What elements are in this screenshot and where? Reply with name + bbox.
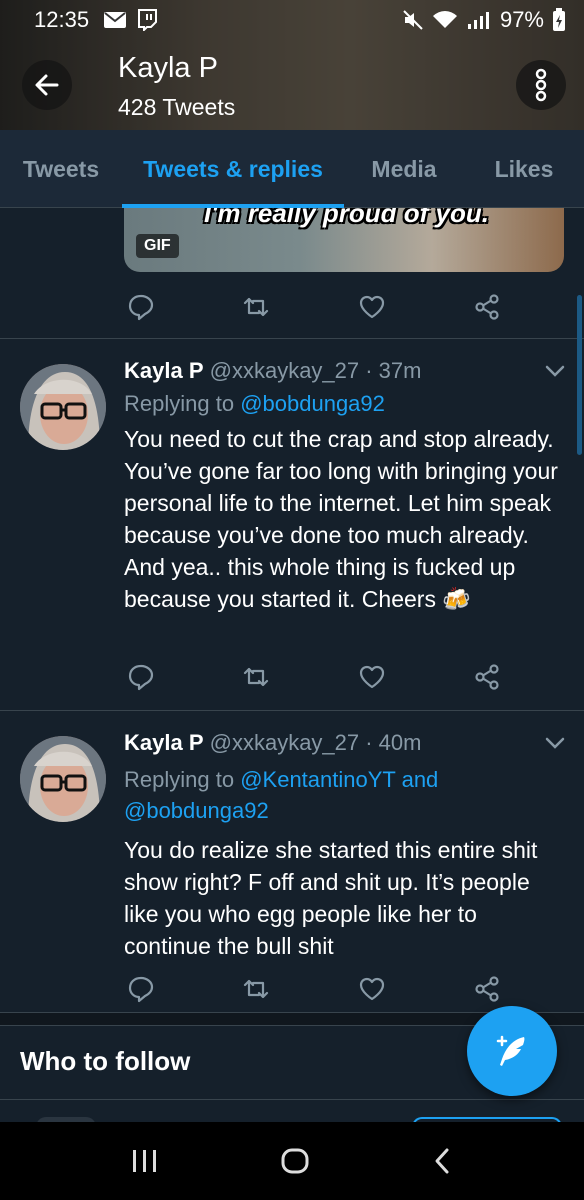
tweet-author-name[interactable]: Kayla P: [124, 358, 204, 383]
divider: [0, 1099, 584, 1100]
tweet-actions: [124, 290, 524, 324]
avatar-image: [20, 364, 106, 450]
mail-icon: [104, 12, 127, 28]
tweet-header: Kayla P @xxkaykay_27 · 40m: [124, 730, 421, 756]
system-navigation-bar: [0, 1122, 584, 1200]
avatar[interactable]: [20, 736, 106, 822]
tab-media[interactable]: Media: [344, 130, 464, 208]
arrow-left-icon: [35, 74, 59, 96]
gif-badge: GIF: [136, 234, 179, 258]
status-time: 12:35: [34, 7, 90, 32]
signal-icon: [467, 12, 489, 29]
replying-prefix: Replying to: [124, 391, 235, 416]
home-icon[interactable]: [280, 1146, 310, 1176]
retweet-icon[interactable]: [239, 660, 273, 694]
like-icon[interactable]: [355, 660, 389, 694]
avatar[interactable]: [20, 364, 106, 450]
timeline-feed[interactable]: I'm really proud of you. GIF Kayla P @xx…: [0, 208, 584, 1120]
replying-prefix: Replying to: [124, 767, 235, 792]
share-icon[interactable]: [470, 972, 504, 1006]
tweet-text: You do realize she started this entire s…: [124, 837, 538, 959]
mention-link[interactable]: @bobdunga92: [124, 798, 269, 823]
tweet-item[interactable]: Kayla P @xxkaykay_27 · 37m Replying to @…: [0, 338, 584, 710]
tweet-handle-time: @xxkaykay_27 · 37m: [209, 358, 422, 383]
reply-icon[interactable]: [124, 660, 158, 694]
mute-icon: [403, 10, 423, 30]
replying-and: and: [401, 767, 439, 792]
back-button[interactable]: [22, 60, 72, 110]
scrollbar[interactable]: [577, 295, 582, 455]
tweet-header: Kayla P @xxkaykay_27 · 37m: [124, 358, 421, 384]
recent-apps-icon[interactable]: [130, 1147, 160, 1175]
share-icon[interactable]: [470, 660, 504, 694]
replying-to: Replying to @bobdunga92: [124, 388, 385, 419]
tab-tweets-and-replies[interactable]: Tweets & replies: [122, 130, 344, 208]
reply-icon[interactable]: [124, 972, 158, 1006]
wifi-icon: [432, 11, 457, 28]
profile-name: Kayla P: [118, 52, 218, 84]
gif-caption: I'm really proud of you.: [204, 208, 489, 228]
like-icon[interactable]: [355, 290, 389, 324]
battery-icon: [553, 8, 565, 31]
more-options-button[interactable]: [516, 60, 566, 110]
gif-media[interactable]: I'm really proud of you. GIF: [124, 208, 564, 272]
tab-likes[interactable]: Likes: [464, 130, 584, 208]
tweet-text: You need to cut the crap and stop alread…: [124, 426, 558, 612]
share-icon[interactable]: [470, 290, 504, 324]
profile-header: Kayla P 428 Tweets: [0, 40, 584, 130]
more-vertical-icon: [535, 68, 547, 102]
status-bar: 12:35 97%: [0, 0, 584, 40]
like-icon[interactable]: [355, 972, 389, 1006]
tweet-handle-time: @xxkaykay_27 · 40m: [209, 730, 422, 755]
back-nav-icon[interactable]: [430, 1146, 454, 1176]
tweet-item[interactable]: Kayla P @xxkaykay_27 · 40m Replying to @…: [0, 710, 584, 1012]
retweet-icon[interactable]: [239, 290, 273, 324]
mention-link[interactable]: @KentantinoYT: [240, 767, 395, 792]
battery-percent: 97%: [499, 7, 544, 32]
who-to-follow-title: Who to follow: [20, 1046, 191, 1076]
profile-tabs: Tweets Tweets & replies Media Likes: [0, 130, 584, 208]
tweet-actions: [124, 660, 524, 694]
avatar-image: [20, 736, 106, 822]
chevron-down-icon[interactable]: [544, 364, 566, 378]
tweet-author-name[interactable]: Kayla P: [124, 730, 204, 755]
replying-to: Replying to @KentantinoYT and @bobdunga9…: [124, 764, 544, 826]
compose-quill-icon: [496, 1035, 525, 1066]
tweet-actions: [124, 972, 524, 1006]
reply-icon[interactable]: [124, 290, 158, 324]
chevron-down-icon[interactable]: [544, 736, 566, 750]
twitch-icon: [138, 9, 158, 31]
retweet-icon[interactable]: [239, 972, 273, 1006]
compose-tweet-button[interactable]: [467, 1006, 557, 1096]
tab-tweets[interactable]: Tweets: [0, 130, 122, 208]
mention-link[interactable]: @bobdunga92: [240, 391, 385, 416]
tweet-count: 428 Tweets: [118, 94, 236, 120]
